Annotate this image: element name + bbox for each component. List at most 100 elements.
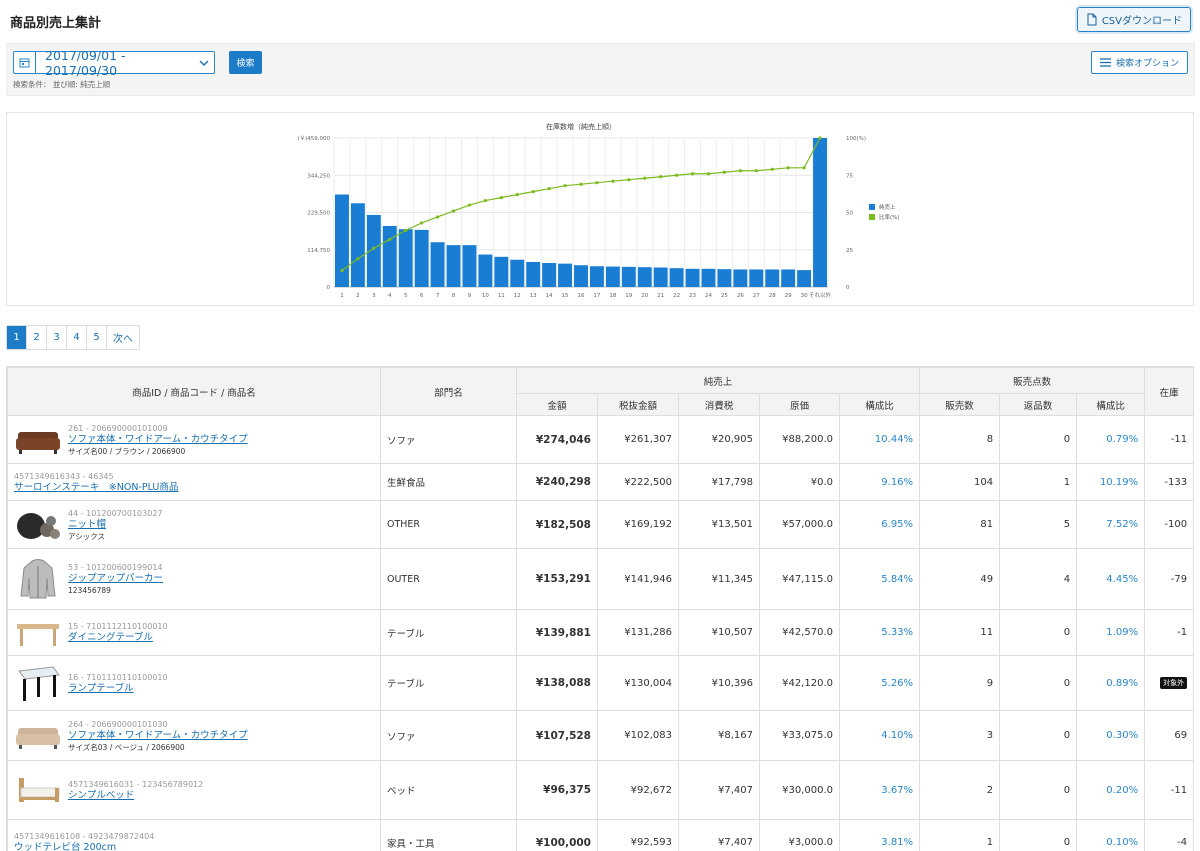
product-name-link[interactable]: ソファ本体・ワイドアーム・カウチタイプ bbox=[68, 730, 248, 742]
ratio-point bbox=[404, 228, 408, 232]
file-icon bbox=[1087, 13, 1097, 26]
sold-cell: 9 bbox=[919, 655, 1001, 711]
bar bbox=[637, 267, 652, 287]
date-range-value: 2017/09/01 - 2017/09/30 bbox=[45, 47, 126, 78]
tax-excl-cell: ¥261,307 bbox=[597, 415, 679, 464]
search-options-button[interactable]: 検索オプション bbox=[1090, 51, 1188, 74]
amount-cell: ¥107,528 bbox=[516, 710, 598, 761]
amount-cell: ¥274,046 bbox=[516, 415, 598, 464]
cost-cell: ¥42,570.0 bbox=[759, 609, 840, 656]
ratio-point bbox=[786, 166, 790, 170]
product-image bbox=[14, 770, 62, 810]
chevron-down-icon bbox=[194, 60, 214, 66]
bar bbox=[558, 263, 573, 287]
table-row[interactable]: 4571349616343 - 46345 サーロインステーキ ※NON-PLU商… bbox=[7, 463, 1195, 501]
product-image bbox=[14, 663, 62, 703]
qty-ratio-cell: 1.09% bbox=[1076, 609, 1146, 656]
y2-tick-label: 25 bbox=[846, 248, 853, 254]
header-sales-qty: 販売点数 bbox=[919, 367, 1146, 394]
table-row[interactable]: 264 - 206690000101030 ソファ本体・ワイドアーム・カウチタイプ… bbox=[7, 710, 1195, 761]
x-tick-label: 24 bbox=[705, 293, 712, 299]
ratio-point bbox=[515, 193, 519, 197]
chart-title: 在庫数増（純売上順） bbox=[546, 122, 616, 131]
ratio-point bbox=[340, 269, 344, 273]
table-row[interactable]: 53 - 101200600199014 ジップアップパーカー 123456789 O… bbox=[7, 548, 1195, 610]
tax-excl-cell: ¥141,946 bbox=[597, 548, 679, 610]
table-row[interactable]: 15 - 7101112110100010 ダイニングテーブル テーブル ¥139,8… bbox=[7, 609, 1195, 656]
table-row[interactable]: 4571349616031 - 123456789012 シンプルベッド ベッド ¥9… bbox=[7, 760, 1195, 820]
page-2[interactable]: 2 bbox=[27, 326, 47, 349]
stock-cell: -100 bbox=[1144, 500, 1195, 549]
product-name-link[interactable]: ニット帽 bbox=[68, 519, 163, 531]
date-range-picker[interactable]: 2017/09/01 - 2017/09/30 bbox=[13, 48, 215, 78]
x-tick-label: 25 bbox=[721, 293, 728, 299]
dept-cell: OTHER bbox=[380, 500, 517, 549]
product-name-link[interactable]: ジップアップパーカー bbox=[68, 573, 163, 585]
header-sold: 販売数 bbox=[919, 393, 1001, 416]
csv-download-label: CSVダウンロード bbox=[1101, 16, 1182, 27]
ratio-point bbox=[706, 172, 711, 176]
qty-ratio-cell: 0.30% bbox=[1076, 710, 1146, 761]
product-variant: アシックス bbox=[68, 531, 105, 541]
ratio-point bbox=[595, 181, 599, 185]
csv-download-button[interactable]: CSVダウンロード bbox=[1076, 7, 1191, 32]
tax-excl-cell: ¥131,286 bbox=[597, 609, 679, 656]
y-tick-label: (￥)459,000 bbox=[297, 135, 330, 142]
product-name-link[interactable]: ウッドテレビ台 200cm bbox=[14, 842, 154, 851]
search-button[interactable]: 検索 bbox=[229, 51, 262, 74]
product-id: 4571349616108 - 4923479872404 bbox=[14, 832, 155, 841]
x-tick-label: 7 bbox=[436, 293, 440, 299]
product-name-link[interactable]: ソファ本体・ワイドアーム・カウチタイプ bbox=[68, 434, 248, 446]
qty-ratio-cell: 10.19% bbox=[1076, 463, 1146, 501]
x-tick-label: 6 bbox=[420, 293, 424, 299]
tax-cell: ¥8,167 bbox=[678, 710, 760, 761]
table-row[interactable]: 261 - 206690000101009 ソファ本体・ワイドアーム・カウチタイプ… bbox=[7, 415, 1195, 464]
sales-chart: 在庫数増（純売上順） (￥)459,000 344,250 229,500 114,75… bbox=[297, 122, 899, 299]
next-page-button[interactable]: 次へ bbox=[107, 326, 139, 349]
product-name-link[interactable]: ランプテーブル bbox=[68, 683, 168, 695]
cost-cell: ¥47,115.0 bbox=[759, 548, 840, 610]
tax-excl-cell: ¥222,500 bbox=[597, 463, 679, 501]
dept-cell: テーブル bbox=[380, 655, 517, 711]
product-variant: サイズ名03 / ベージュ / 2066900 bbox=[68, 742, 185, 752]
cost-cell: ¥3,000.0 bbox=[759, 819, 840, 851]
bar bbox=[462, 245, 477, 287]
dept-cell: OUTER bbox=[380, 548, 517, 610]
tax-cell: ¥10,396 bbox=[678, 655, 760, 711]
header-stock: 在庫 bbox=[1144, 367, 1195, 416]
x-tick-label: 3 bbox=[372, 293, 376, 299]
product-name-link[interactable]: サーロインステーキ ※NON-PLU商品 bbox=[14, 482, 178, 494]
bar bbox=[430, 242, 445, 287]
stock-cell: -133 bbox=[1144, 463, 1195, 501]
page-5[interactable]: 5 bbox=[87, 326, 107, 349]
ratio-cell: 4.10% bbox=[838, 710, 921, 761]
page-title: 商品別売上集計 bbox=[10, 16, 102, 31]
x-tick-label: 4 bbox=[388, 293, 392, 299]
x-tick-label: 11 bbox=[498, 293, 505, 299]
x-tick-label: 14 bbox=[546, 293, 553, 299]
amount-cell: ¥139,881 bbox=[516, 609, 598, 656]
ratio-point bbox=[435, 215, 440, 219]
search-options-label: 検索オプション bbox=[1115, 59, 1179, 69]
table-row[interactable]: 44 - 101200700103027 ニット帽 アシックス OTHER ¥182,5… bbox=[7, 500, 1195, 549]
table-row[interactable]: 16 - 7101110110100010 ランプテーブル テーブル ¥138,088… bbox=[7, 655, 1195, 711]
bar bbox=[733, 269, 748, 287]
page-1[interactable]: 1 bbox=[7, 326, 27, 349]
product-name-link[interactable]: シンプルベッド bbox=[68, 790, 203, 802]
sold-cell: 8 bbox=[919, 415, 1001, 464]
amount-cell: ¥138,088 bbox=[516, 655, 598, 711]
tax-cell: ¥10,507 bbox=[678, 609, 760, 656]
tax-cell: ¥13,501 bbox=[678, 500, 760, 549]
ratio-point bbox=[770, 167, 774, 171]
amount-cell: ¥182,508 bbox=[516, 500, 598, 549]
qty-ratio-cell: 0.10% bbox=[1076, 819, 1146, 851]
page-4[interactable]: 4 bbox=[67, 326, 87, 349]
page-3[interactable]: 3 bbox=[47, 326, 67, 349]
product-name-link[interactable]: ダイニングテーブル bbox=[68, 632, 168, 644]
ratio-point bbox=[754, 169, 758, 173]
y-tick-label: 114,750 bbox=[307, 248, 330, 254]
table-row[interactable]: 4571349616108 - 4923479872404 ウッドテレビ台 200… bbox=[7, 819, 1195, 851]
x-tick-label: 22 bbox=[673, 293, 680, 299]
product-id: 4571349616343 - 46345 bbox=[14, 471, 114, 481]
returned-cell: 0 bbox=[999, 655, 1078, 711]
